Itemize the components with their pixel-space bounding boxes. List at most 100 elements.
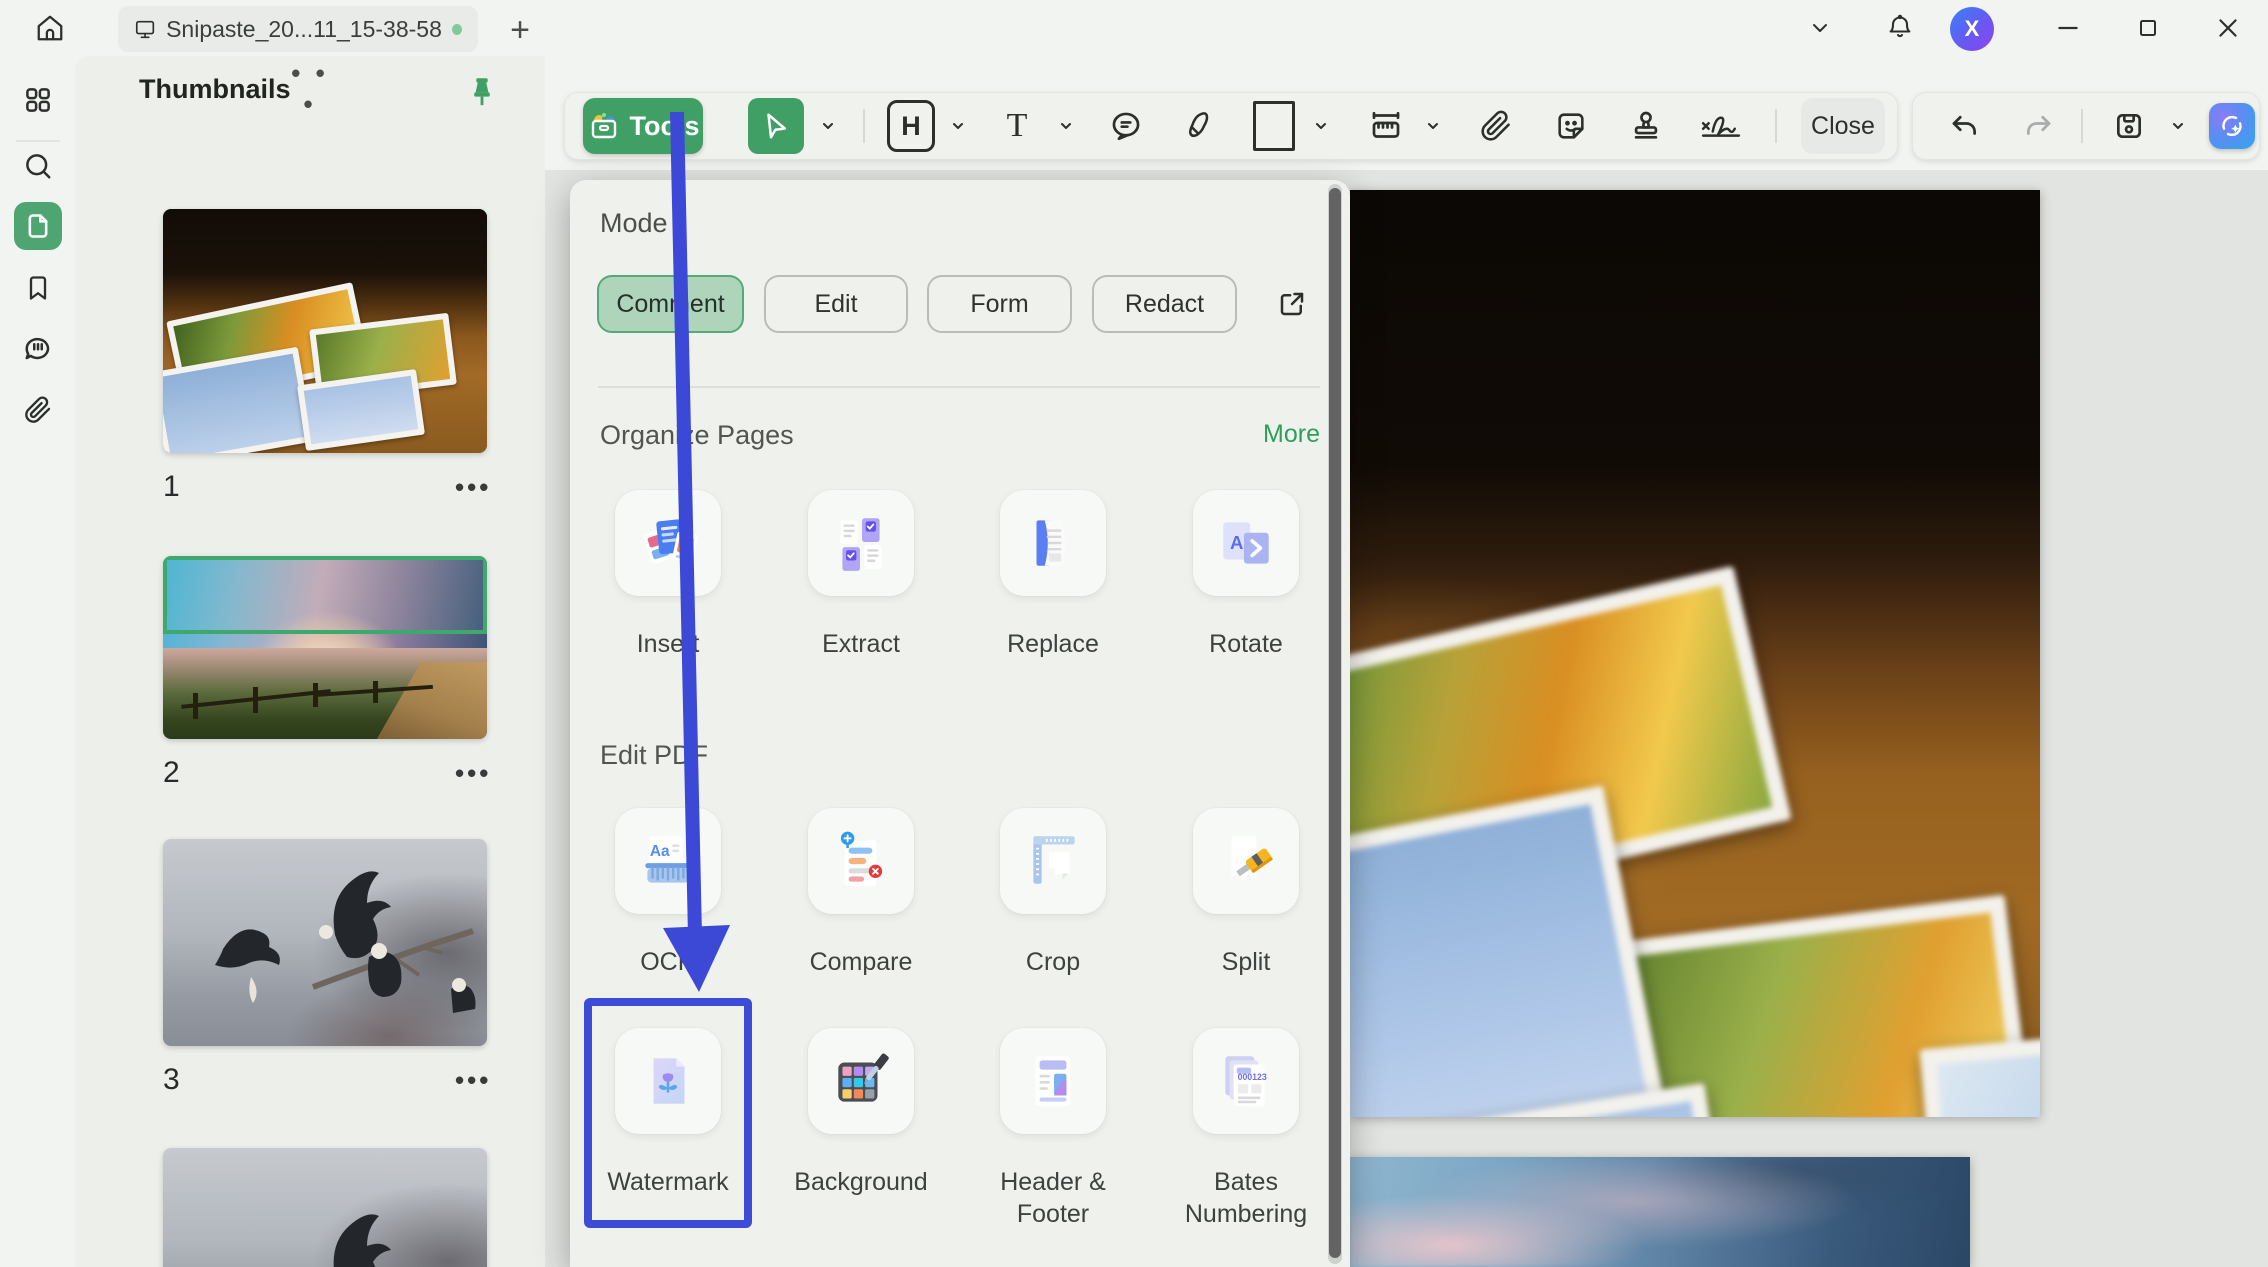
crop-icon <box>1020 828 1086 894</box>
minimize-button[interactable] <box>2046 8 2090 48</box>
stamp-tool-button[interactable] <box>1618 98 1674 154</box>
search-icon <box>23 151 53 181</box>
page-thumbnail-1[interactable] <box>163 209 487 453</box>
bates-numbering-tool-card[interactable]: 000123 <box>1193 1028 1299 1134</box>
signature-icon <box>1699 106 1743 146</box>
edit-pdf-section-title: Edit PDF <box>600 740 708 771</box>
svg-text:000123: 000123 <box>1238 1072 1267 1082</box>
search-button[interactable] <box>14 142 62 190</box>
document-page-2 <box>1350 1157 1970 1267</box>
tools-menu-button[interactable]: Tools <box>583 98 703 154</box>
mode-edit-button[interactable]: Edit <box>764 275 908 333</box>
page-thumbnail-4[interactable] <box>163 1148 487 1267</box>
ai-assistant-button[interactable] <box>2209 103 2255 149</box>
mode-form-button[interactable]: Form <box>927 275 1072 333</box>
shape-tool-dropdown[interactable] <box>1310 115 1332 137</box>
main-toolbar: Tools H T <box>564 92 1898 160</box>
page-number-3: 3 <box>163 1063 223 1097</box>
comment-bubble-icon <box>1109 109 1143 143</box>
highlight-tool-dropdown[interactable] <box>947 115 969 137</box>
mode-section-label: Mode <box>600 208 668 239</box>
page-thumbnail-2[interactable] <box>163 556 487 739</box>
ocr-tool-card[interactable]: Aa <box>615 808 721 914</box>
mode-redact-button[interactable]: Redact <box>1092 275 1237 333</box>
page-2-menu-button[interactable]: ••• <box>455 758 515 789</box>
signature-tool-button[interactable] <box>1689 98 1753 154</box>
crop-tool-card[interactable] <box>1000 808 1106 914</box>
bell-icon <box>1886 14 1914 42</box>
page-thumbnail-3[interactable] <box>163 839 487 1046</box>
redo-button[interactable] <box>2014 98 2064 154</box>
new-tab-button[interactable]: + <box>500 10 540 50</box>
ocr-label: OCR <box>580 946 756 978</box>
select-tool-dropdown[interactable] <box>817 115 839 137</box>
home-icon <box>35 13 65 43</box>
maximize-button[interactable] <box>2126 8 2170 48</box>
header-footer-tool-card[interactable] <box>1000 1028 1106 1134</box>
comments-tab-button[interactable] <box>14 324 62 372</box>
sticker-tool-button[interactable] <box>1543 98 1599 154</box>
home-button[interactable] <box>22 6 78 50</box>
page4-thumb-image <box>163 1148 487 1267</box>
chevron-down-icon <box>1425 118 1441 134</box>
undo-icon <box>1949 111 1979 141</box>
tools-button-label: Tools <box>630 111 700 142</box>
attachments-tab-button[interactable] <box>14 386 62 434</box>
thumbnails-tab-button[interactable] <box>14 202 62 250</box>
paperclip-icon <box>1480 110 1512 142</box>
pin-panel-button[interactable] <box>465 74 501 110</box>
page-1-menu-button[interactable]: ••• <box>455 472 515 503</box>
crop-label: Crop <box>965 946 1141 978</box>
save-button[interactable] <box>2103 98 2155 154</box>
highlight-tool-button[interactable]: H <box>883 98 939 154</box>
rotate-icon: A <box>1213 510 1279 576</box>
sticker-icon <box>1554 109 1588 143</box>
mode-comment-button[interactable]: Comment <box>597 275 744 333</box>
menu-scrollbar[interactable] <box>1328 184 1342 1264</box>
text-tool-button[interactable]: T <box>989 98 1045 154</box>
insert-icon <box>635 510 701 576</box>
chevron-down-icon <box>1313 118 1329 134</box>
save-dropdown[interactable] <box>2167 115 2189 137</box>
open-mode-external-button[interactable] <box>1270 282 1314 326</box>
toolbar-divider <box>2081 109 2083 143</box>
split-tool-card[interactable] <box>1193 808 1299 914</box>
stamp-icon <box>1629 109 1663 143</box>
extract-tool-card[interactable] <box>808 490 914 596</box>
measure-tool-button[interactable] <box>1358 98 1414 154</box>
account-avatar[interactable]: X <box>1950 7 1994 51</box>
undo-button[interactable] <box>1939 98 1989 154</box>
replace-tool-card[interactable] <box>1000 490 1106 596</box>
left-rail <box>0 56 75 1267</box>
page-icon <box>24 212 52 240</box>
page-3-menu-button[interactable]: ••• <box>455 1065 515 1096</box>
document-page-1 <box>1350 190 2040 1117</box>
comment-tool-button[interactable] <box>1098 98 1154 154</box>
close-window-button[interactable] <box>2206 8 2250 48</box>
measure-tool-dropdown[interactable] <box>1422 115 1444 137</box>
shape-tool-button[interactable] <box>1246 98 1302 154</box>
panels-menu-button[interactable] <box>14 76 62 124</box>
document-tab[interactable]: Snipaste_20...11_15-38-58 <box>118 6 478 52</box>
text-tool-dropdown[interactable] <box>1055 115 1077 137</box>
toolbar-collapse-button[interactable] <box>1798 8 1842 48</box>
organize-more-link[interactable]: More <box>1210 420 1320 449</box>
toolbox-icon <box>587 109 621 143</box>
background-tool-card[interactable] <box>808 1028 914 1134</box>
menu-scrollbar-thumb[interactable] <box>1329 188 1341 1258</box>
insert-label: Insert <box>580 628 756 660</box>
compare-tool-card[interactable] <box>808 808 914 914</box>
cursor-icon <box>761 111 791 141</box>
attachment-tool-button[interactable] <box>1468 98 1524 154</box>
bookmarks-tab-button[interactable] <box>14 264 62 312</box>
close-tools-button[interactable]: Close <box>1801 98 1885 154</box>
pen-icon <box>1180 110 1212 142</box>
save-floppy-icon <box>2113 110 2145 142</box>
pdf-editor-window: Snipaste_20...11_15-38-58 + X <box>0 0 2268 1267</box>
notifications-button[interactable] <box>1878 8 1922 48</box>
select-tool-button[interactable] <box>748 98 804 154</box>
insert-tool-card[interactable] <box>615 490 721 596</box>
pen-tool-button[interactable] <box>1168 98 1224 154</box>
rotate-tool-card[interactable]: A <box>1193 490 1299 596</box>
background-label: Background <box>773 1166 949 1198</box>
